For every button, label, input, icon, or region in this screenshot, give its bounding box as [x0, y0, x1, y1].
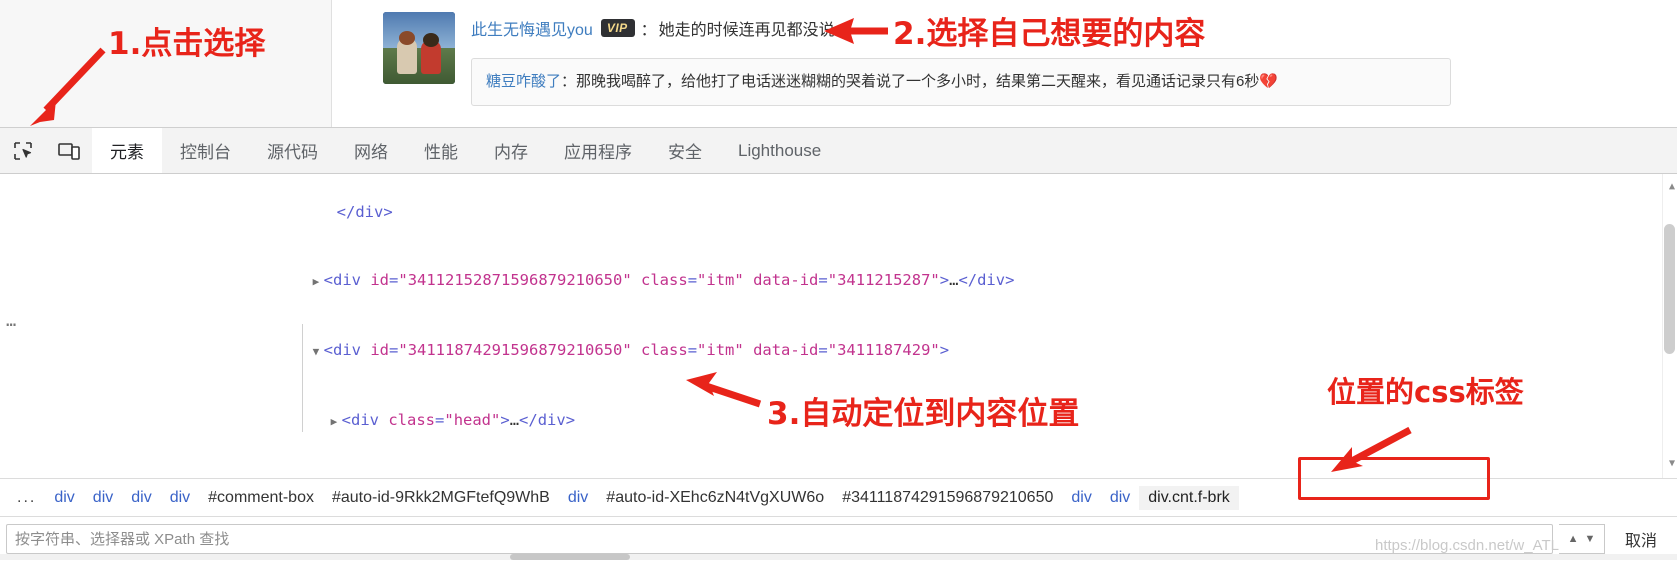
tab-lighthouse[interactable]: Lighthouse [720, 128, 839, 173]
quote-text: 那晚我喝醉了，给他打了电话迷迷糊糊的哭着说了一个多小时，结果第二天醒来，看见通话… [576, 73, 1260, 90]
comment-quote: 糖豆咋酸了：那晚我喝醉了，给他打了电话迷迷糊糊的哭着说了一个多小时，结果第二天醒… [471, 58, 1451, 106]
horizontal-scrollbar[interactable] [0, 554, 1677, 560]
screenshot-root: 此生无悔遇见you VIP ： 她走的时候连再见都没说 糖豆咋酸了：那晚我喝醉了… [0, 0, 1677, 578]
dom-tree-scrollbar[interactable]: ▲ ▼ [1662, 174, 1677, 478]
quote-username[interactable]: 糖豆咋酸了 [486, 73, 561, 90]
horizontal-scroll-thumb[interactable] [510, 554, 630, 560]
dom-line-itm-1[interactable]: ▶ <div id="34112152871596879210650" class… [0, 246, 1677, 316]
dom-itm1-class: itm [706, 270, 735, 289]
breadcrumb-item-div-6[interactable]: div [1062, 486, 1100, 510]
avatar [383, 12, 455, 84]
avatar-sky [383, 12, 455, 50]
devtools-toolbar: 元素 控制台 源代码 网络 性能 内存 应用程序 安全 Lighthouse [0, 128, 1677, 174]
breadcrumb-item-auto-id-1[interactable]: #auto-id-9Rkk2MGFtefQ9WhB [323, 486, 559, 510]
scroll-up-arrow-icon[interactable]: ▲ [1669, 176, 1675, 199]
vip-badge: VIP [600, 19, 635, 37]
breadcrumb-item-div-7[interactable]: div [1101, 486, 1139, 510]
search-nav-buttons[interactable]: ▲ ▼ [1558, 523, 1605, 554]
dom-itm2-class: itm [706, 340, 735, 359]
tab-console[interactable]: 控制台 [162, 128, 249, 173]
quote-separator: ： [561, 73, 577, 90]
dom-closing-tag: </div> [336, 202, 393, 221]
collapse-triangle-icon[interactable]: ▼ [313, 341, 324, 364]
dom-line-close-div[interactable]: </div> [0, 178, 1677, 246]
breadcrumb-overflow[interactable]: ... [8, 486, 45, 510]
avatar-figure-right [421, 33, 441, 74]
expand-triangle-icon[interactable]: ▶ [313, 271, 324, 294]
tab-security[interactable]: 安全 [650, 128, 720, 173]
breadcrumb-item-itm-id[interactable]: #34111874291596879210650 [833, 486, 1062, 510]
dom-itm1-id: 34112152871596879210650 [407, 270, 623, 289]
webpage-left-panel [0, 0, 332, 127]
dom-tree[interactable]: … </div> ▶ <div id="341121528715968792106… [0, 174, 1677, 478]
breadcrumb-item-div-1[interactable]: div [45, 486, 83, 510]
comment-text: 她走的时候连再见都没说 [658, 22, 835, 39]
tab-application[interactable]: 应用程序 [546, 128, 650, 173]
avatar-figure-left [397, 31, 417, 74]
dom-line-head[interactable]: ▶ <div class="head">…</div> [0, 386, 1677, 456]
webpage-area: 此生无悔遇见you VIP ： 她走的时候连再见都没说 糖豆咋酸了：那晚我喝醉了… [0, 0, 1677, 128]
comment-username[interactable]: 此生无悔遇见you [471, 16, 593, 40]
breadcrumb-item-comment-box[interactable]: #comment-box [199, 486, 323, 510]
broken-heart-icon: 💔 [1259, 73, 1279, 90]
dom-line-cntwrap[interactable]: ▼<div class="cntwrap"> [0, 456, 1677, 478]
chevron-down-icon[interactable]: ▼ [1584, 533, 1595, 545]
webpage-comment-panel: 此生无悔遇见you VIP ： 她走的时候连再见都没说 糖豆咋酸了：那晚我喝醉了… [333, 0, 1677, 127]
avatar-ground [383, 48, 455, 84]
dom-line-itm-2[interactable]: ▼ <div id="34111874291596879210650" class… [0, 316, 1677, 386]
dom-head-class: head [453, 411, 492, 430]
tab-network[interactable]: 网络 [336, 128, 406, 173]
inspect-element-button[interactable] [0, 128, 46, 173]
dom-tree-scroll-thumb[interactable] [1664, 224, 1675, 354]
devtools-panel: 元素 控制台 源代码 网络 性能 内存 应用程序 安全 Lighthouse …… [0, 128, 1677, 560]
search-input[interactable]: 按字符串、选择器或 XPath 查找 [6, 523, 1553, 554]
comment-header: 此生无悔遇见you VIP ： 她走的时候连再见都没说 [471, 16, 1451, 40]
tab-memory[interactable]: 内存 [476, 128, 546, 173]
comment-main: 此生无悔遇见you VIP ： 她走的时候连再见都没说 糖豆咋酸了：那晚我喝醉了… [471, 12, 1451, 106]
tab-sources[interactable]: 源代码 [249, 128, 336, 173]
watermark: https://blog.csdn.net/w_ATL [1375, 537, 1559, 554]
dom-itm2-id: 34111874291596879210650 [407, 340, 623, 359]
comment-row: 此生无悔遇见you VIP ： 她走的时候连再见都没说 糖豆咋酸了：那晚我喝醉了… [383, 12, 1451, 106]
dom-itm1-dataid: 3411215287 [837, 270, 931, 289]
breadcrumb-item-div-2[interactable]: div [84, 486, 122, 510]
cancel-button[interactable]: 取消 [1611, 527, 1671, 551]
breadcrumb-item-div-5[interactable]: div [559, 486, 597, 510]
device-toolbar-button[interactable] [46, 128, 92, 173]
breadcrumb: ... div div div div #comment-box #auto-i… [0, 478, 1677, 516]
dom-itm2-dataid: 3411187429 [837, 340, 931, 359]
breadcrumb-item-auto-id-2[interactable]: #auto-id-XEhc6zN4tVgXUW6o [597, 486, 833, 510]
indent-guide [302, 324, 303, 432]
device-toolbar-icon [58, 142, 80, 160]
tab-performance[interactable]: 性能 [406, 128, 476, 173]
scroll-down-arrow-icon[interactable]: ▼ [1669, 453, 1675, 476]
tab-elements[interactable]: 元素 [92, 128, 162, 173]
breadcrumb-item-div-4[interactable]: div [161, 486, 199, 510]
comment-separator: ： [640, 22, 657, 39]
inspect-element-icon [14, 141, 32, 160]
breadcrumb-item-div-3[interactable]: div [122, 486, 160, 510]
chevron-up-icon[interactable]: ▲ [1568, 533, 1579, 545]
breadcrumb-item-selected[interactable]: div.cnt.f-brk [1139, 485, 1239, 510]
expand-triangle-icon[interactable]: ▶ [331, 411, 342, 434]
